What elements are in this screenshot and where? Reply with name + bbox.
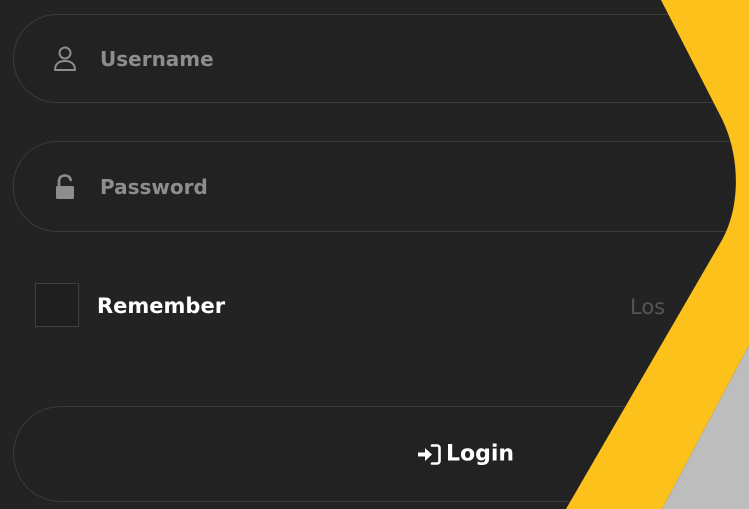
login-screen: Remember Los Login: [0, 0, 749, 509]
password-field[interactable]: [13, 141, 749, 232]
username-input[interactable]: [100, 15, 660, 102]
sign-in-icon: [418, 443, 441, 465]
lost-password-link[interactable]: Los: [630, 294, 665, 320]
login-button-content: Login: [416, 442, 514, 467]
login-button-label: Login: [446, 441, 515, 467]
user-icon: [52, 45, 78, 73]
password-input[interactable]: [100, 142, 660, 231]
login-button[interactable]: Login: [13, 406, 749, 502]
username-field[interactable]: [13, 14, 749, 103]
remember-label: Remember: [97, 294, 226, 318]
unlock-icon: [52, 173, 78, 201]
login-form: Remember Los Login: [0, 0, 749, 509]
remember-checkbox[interactable]: [35, 283, 79, 327]
